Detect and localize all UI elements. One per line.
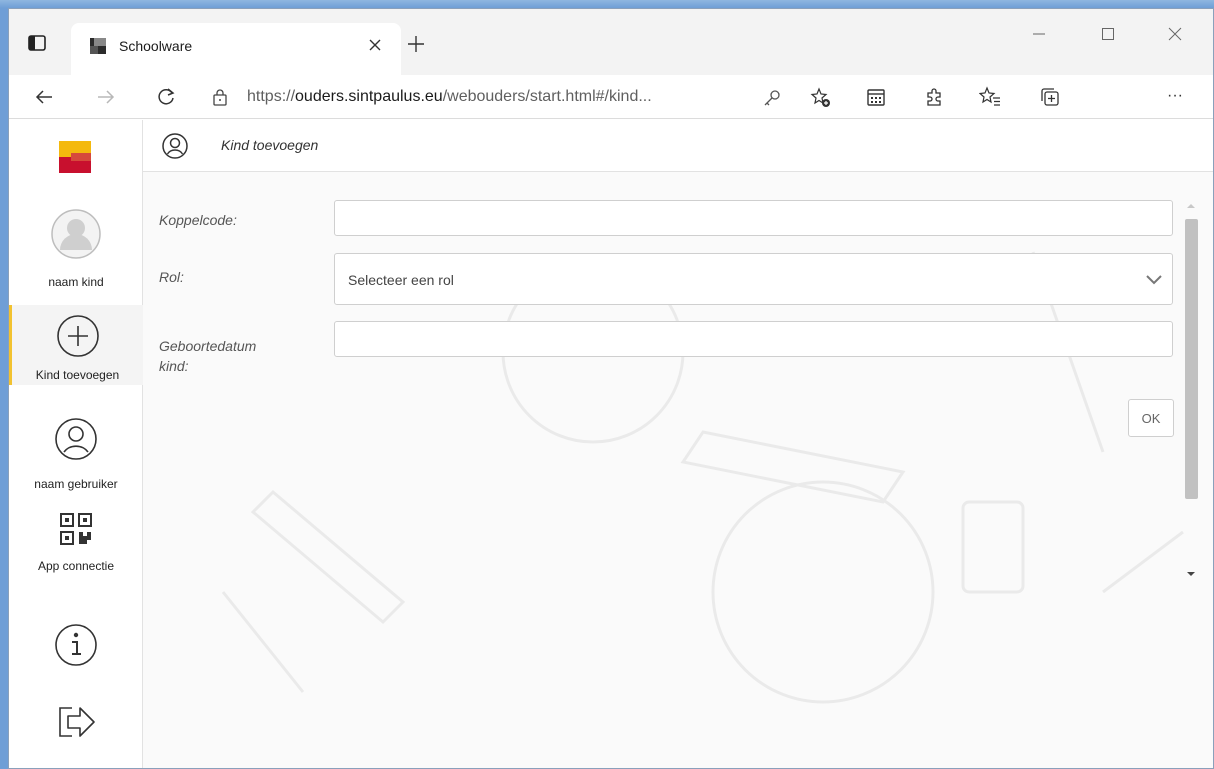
koppelcode-label: Koppelcode:	[159, 212, 237, 228]
geboortedatum-input[interactable]	[334, 321, 1173, 357]
tab-close-icon[interactable]	[364, 34, 386, 56]
sidebar-item-add-child[interactable]: Kind toevoegen	[9, 305, 143, 385]
favorite-add-icon[interactable]	[810, 87, 832, 109]
minimize-icon[interactable]	[1024, 23, 1054, 45]
address-url[interactable]: https://ouders.sintpaulus.eu/webouders/s…	[247, 88, 652, 106]
url-path: /webouders/start.html#/kind...	[442, 88, 652, 105]
url-host: ouders.sintpaulus.eu	[295, 88, 443, 105]
rol-label: Rol:	[159, 269, 184, 285]
main-form-area: Koppelcode: Rol: Selecteer een rol Geboo…	[143, 172, 1213, 768]
sidebar-item-child-label: naam kind	[48, 275, 104, 289]
ok-button[interactable]: OK	[1128, 399, 1174, 437]
page-header: Kind toevoegen	[143, 120, 1213, 172]
user-icon	[161, 132, 189, 160]
calendar-extension-icon[interactable]	[865, 86, 887, 108]
extensions-icon[interactable]	[923, 86, 945, 108]
logout-icon	[59, 707, 95, 737]
key-icon[interactable]	[761, 87, 783, 109]
sidebar-item-user-label: naam gebruiker	[34, 477, 118, 491]
url-prefix: https://	[247, 88, 296, 105]
address-bar[interactable]: https://ouders.sintpaulus.eu/webouders/s…	[197, 79, 845, 115]
rol-select-value: Selecteer een rol	[348, 272, 454, 288]
tab-schoolware[interactable]: Schoolware	[71, 23, 401, 75]
tab-bar: Schoolware	[9, 9, 1213, 75]
child-avatar-icon	[51, 209, 101, 259]
lock-icon[interactable]	[211, 88, 229, 106]
tab-actions-icon[interactable]	[27, 33, 47, 53]
page-title: Kind toevoegen	[221, 137, 319, 153]
sidebar-item-add-child-label: Kind toevoegen	[35, 368, 120, 382]
browser-window: Schoolware https://ouders.sintpaulus.eu/…	[8, 8, 1214, 769]
maximize-icon[interactable]	[1093, 23, 1123, 45]
geboortedatum-label-line2: kind:	[159, 358, 189, 374]
forward-arrow-icon[interactable]	[95, 86, 117, 108]
qr-code-icon	[60, 513, 92, 545]
sidebar-item-app[interactable]: App connectie	[9, 512, 143, 573]
tab-title: Schoolware	[119, 38, 193, 54]
sidebar-item-info[interactable]	[9, 622, 143, 673]
refresh-icon[interactable]	[155, 86, 177, 108]
new-tab-button[interactable]	[405, 33, 427, 55]
collections-icon[interactable]	[1039, 86, 1061, 108]
close-window-icon[interactable]	[1160, 23, 1190, 45]
schoolware-logo-icon[interactable]	[55, 137, 95, 177]
sidebar-item-logout[interactable]	[9, 702, 143, 747]
scrollbar-thumb[interactable]	[1185, 219, 1198, 499]
scroll-down-arrow-icon[interactable]	[1182, 567, 1199, 581]
info-icon	[55, 624, 97, 666]
geboortedatum-label: Geboortedatum kind:	[159, 336, 256, 376]
user-icon	[55, 418, 97, 460]
sidebar: naam kind Kind toevoegen naam gebruiker	[9, 120, 143, 768]
add-circle-icon	[56, 315, 99, 357]
koppelcode-input[interactable]	[334, 200, 1173, 236]
rol-select[interactable]: Selecteer een rol	[334, 253, 1173, 305]
sidebar-item-app-label: App connectie	[37, 559, 115, 573]
scrollbar[interactable]	[1182, 197, 1199, 591]
schoolware-favicon-icon	[89, 37, 107, 55]
sidebar-item-user[interactable]: naam gebruiker	[9, 416, 143, 491]
more-options-icon[interactable]: ···	[1167, 87, 1189, 109]
browser-toolbar: https://ouders.sintpaulus.eu/webouders/s…	[9, 75, 1213, 119]
back-arrow-icon[interactable]	[33, 86, 55, 108]
favorites-icon[interactable]	[978, 86, 1001, 108]
scroll-up-arrow-icon[interactable]	[1182, 199, 1199, 213]
sidebar-item-child[interactable]: naam kind	[9, 208, 143, 289]
chevron-down-icon	[1144, 270, 1164, 290]
app-content: naam kind Kind toevoegen naam gebruiker	[9, 120, 1213, 768]
geboortedatum-label-line1: Geboortedatum	[159, 338, 257, 354]
title-bar: Schoolware	[9, 9, 1213, 75]
